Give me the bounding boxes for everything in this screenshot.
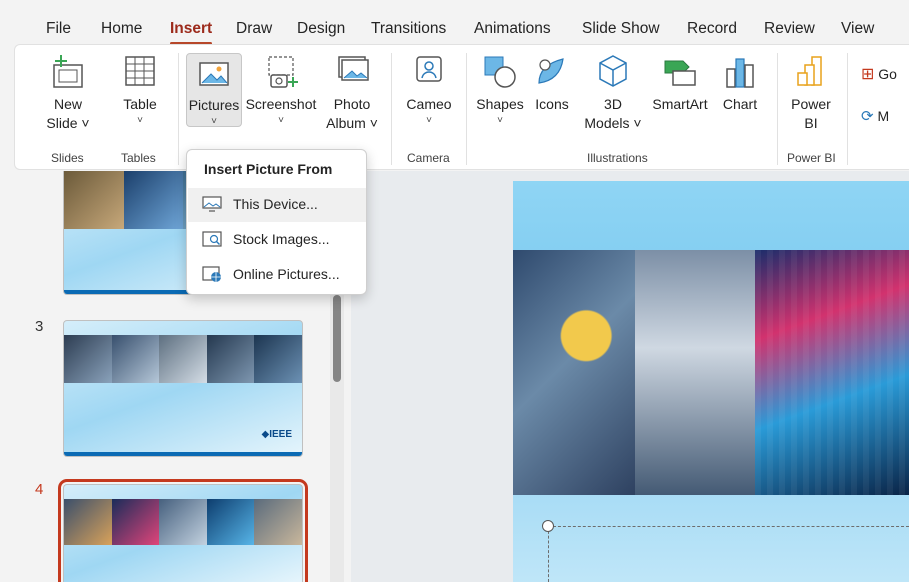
forms-icon: ⊞ [861,66,875,83]
tab-insert[interactable]: Insert [170,20,213,45]
power-bi-icon [797,56,822,86]
slide-4-image-strip [64,499,302,545]
screenshot-icon [268,56,298,88]
new-slide-icon [53,55,83,88]
slide-number-3: 3 [35,318,44,335]
tab-view[interactable]: View [841,20,874,38]
chart-button[interactable]: Chart [717,53,763,114]
cameo-label: Cameo [406,96,452,112]
online-pictures-label: Online Pictures... [233,266,340,282]
cameo-icon [416,56,442,82]
chevron-down-icon: ˅ [497,115,503,126]
chevron-down-icon: ˅ [278,115,284,126]
3d-cube-icon [599,55,627,87]
rotation-handle[interactable] [542,520,554,532]
group-label-illustrations: Illustrations [587,151,648,165]
chevron-down-icon: ˅ [426,115,432,126]
more-button[interactable]: ⟳ M [861,107,909,126]
slide-thumbnail-4[interactable] [58,479,308,582]
text-placeholder[interactable] [548,526,909,582]
chevron-down-icon: ˅ [137,115,143,126]
thumbnail-scrollbar-thumb[interactable] [333,295,341,382]
group-label-tables: Tables [121,151,156,165]
menu-bar: File Home Insert Draw Design Transitions… [0,0,909,45]
shapes-label: Shapes [476,96,524,112]
more-label: M [877,108,890,124]
icons-label: Icons [535,96,569,112]
link-icon: ⟳ [861,108,874,125]
group-label-slides: Slides [51,151,84,165]
online-pictures-option[interactable]: Online Pictures... [188,258,366,292]
photo-album-icon [338,56,369,81]
power-bi-label-1: Power [791,96,831,112]
chart-icon [726,58,754,88]
icons-icon [538,58,564,84]
slide-number-4: 4 [35,481,44,498]
shapes-icon [484,56,516,88]
screenshot-label: Screenshot [245,96,317,112]
pictures-icon [199,62,229,86]
new-slide-button[interactable]: New Slide ˅ [43,53,93,133]
shapes-button[interactable]: Shapes ˅ [473,53,527,128]
new-slide-label-1: New [53,96,82,112]
tab-transitions[interactable]: Transitions [371,20,446,38]
tab-record[interactable]: Record [687,20,737,38]
screenshot-button[interactable]: Screenshot ˅ [243,53,319,128]
table-icon [125,56,155,86]
online-pictures-icon [202,266,221,282]
pictures-label: Pictures [188,97,240,113]
cameo-button[interactable]: Cameo ˅ [400,53,458,128]
icons-button[interactable]: Icons [530,53,574,114]
tab-review[interactable]: Review [764,20,815,38]
pictures-button[interactable]: Pictures ˅ [186,53,242,127]
chevron-down-icon: ˅ [211,116,217,127]
this-device-option[interactable]: This Device... [188,188,366,222]
device-picture-icon [202,196,222,212]
tab-file[interactable]: File [46,20,71,38]
forms-button[interactable]: ⊞ Go [861,65,909,84]
photo-album-button[interactable]: Photo Album ˅ [319,53,385,133]
3d-models-button[interactable]: 3D Models ˅ [581,53,645,133]
dropdown-header: Insert Picture From [204,161,333,177]
smartart-button[interactable]: SmartArt [649,53,711,114]
slide-image-collage[interactable] [513,250,909,495]
tab-design[interactable]: Design [297,20,345,38]
group-label-power-bi: Power BI [787,151,836,165]
power-bi-button[interactable]: Power BI [785,53,837,133]
slide-thumbnail-3[interactable]: ◆IEEE [63,320,303,457]
photo-album-label-2: Album ˅ [326,115,378,131]
ribbon: New Slide ˅ Table ˅ Pictures ˅ Screensho… [14,44,909,170]
smartart-label: SmartArt [652,96,708,112]
this-device-label: This Device... [233,196,318,212]
power-bi-label-2: BI [804,115,818,131]
tab-draw[interactable]: Draw [236,20,272,38]
forms-label: Go [878,66,897,82]
3d-models-label-2: Models ˅ [584,115,642,131]
ieee-logo: ◆IEEE [261,429,292,440]
tab-slide-show[interactable]: Slide Show [582,20,660,38]
stock-images-option[interactable]: Stock Images... [188,223,366,257]
tab-animations[interactable]: Animations [474,20,551,38]
tab-home[interactable]: Home [101,20,142,38]
chart-label: Chart [722,96,758,112]
stock-images-label: Stock Images... [233,231,330,247]
insert-picture-dropdown: Insert Picture From This Device... Stock… [186,149,367,295]
photo-album-label-1: Photo [333,96,371,112]
table-button[interactable]: Table ˅ [118,53,162,128]
slide-3-image-strip [64,335,302,383]
3d-models-label-1: 3D [604,96,622,112]
new-slide-label-2: Slide ˅ [46,115,90,131]
stock-images-icon [202,231,222,247]
table-label: Table [123,96,157,112]
smartart-icon [664,60,696,86]
group-label-camera: Camera [407,151,450,165]
